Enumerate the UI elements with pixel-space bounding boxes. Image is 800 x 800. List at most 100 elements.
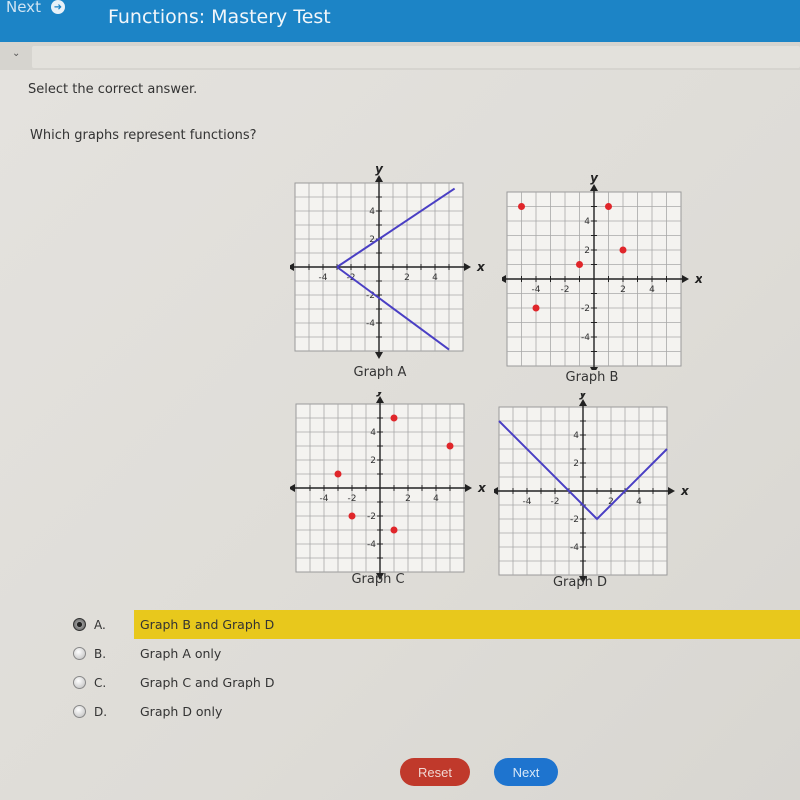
y-tick-label: -4 — [581, 333, 590, 343]
x-axis-arrow-right — [682, 275, 689, 283]
x-tick-label: -4 — [523, 497, 532, 507]
graph-d: -4 -2 2 4 4 2 -2 -4 x y Graph D — [494, 393, 694, 618]
graph-a: -4 -2 2 4 4 2 -2 -4 x y Graph A — [290, 165, 490, 390]
data-point — [619, 246, 627, 254]
x-tick-label: 4 — [636, 497, 642, 507]
y-axis-label: y — [579, 393, 588, 400]
collapse-icon[interactable]: ⌄ — [12, 48, 20, 59]
data-point — [348, 512, 356, 520]
data-point — [605, 203, 612, 210]
data-point — [576, 261, 583, 268]
x-tick-label: 4 — [433, 494, 439, 504]
question-panel: Select the correct answer. Which graphs … — [0, 70, 800, 800]
y-tick-label: 4 — [369, 207, 375, 217]
graph-c-label: Graph C — [351, 572, 405, 587]
answer-text[interactable]: Graph B and Graph D — [134, 610, 800, 639]
answer-text[interactable]: Graph A only — [134, 639, 800, 668]
x-axis-label: x — [476, 260, 486, 274]
graph-a-label: Graph A — [353, 365, 407, 380]
graph-b: -4 -2 2 4 4 2 -2 -4 x y Graph B — [502, 170, 702, 395]
y-axis-arrow-up — [590, 184, 598, 191]
answer-letter: C. — [94, 675, 107, 690]
y-tick-label: 2 — [584, 246, 590, 256]
x-axis-arrow-right — [464, 263, 471, 271]
answer-letter: D. — [94, 704, 108, 719]
answer-letter: B. — [94, 646, 107, 661]
arrow-right-circle-icon: ➜ — [50, 0, 65, 14]
x-axis-label: x — [477, 481, 487, 495]
toolbar-field — [32, 46, 800, 68]
data-point — [390, 526, 398, 534]
x-tick-label: 2 — [620, 285, 626, 295]
answer-letter: A. — [94, 617, 106, 632]
y-tick-label: -2 — [581, 304, 590, 314]
answer-text[interactable]: Graph D only — [134, 697, 800, 726]
graph-d-label: Graph D — [552, 575, 608, 590]
answer-list: A. Graph B and Graph D B. Graph A only C… — [70, 610, 800, 726]
x-axis-label: x — [694, 272, 702, 286]
y-axis-label: y — [375, 165, 384, 176]
question-text: Which graphs represent functions? — [30, 128, 257, 143]
radio-d[interactable] — [73, 705, 86, 718]
graph-b-label: Graph B — [565, 370, 619, 385]
x-tick-label: -2 — [348, 494, 357, 504]
x-axis-arrow-left — [494, 487, 498, 495]
x-tick-label: 2 — [404, 273, 410, 283]
page-title: Functions: Mastery Test — [108, 6, 331, 28]
toolbar: ⌄ — [0, 42, 800, 70]
graph-a-plot: -4 -2 2 442-2-4xy — [290, 165, 486, 359]
y-axis-label: y — [376, 392, 385, 397]
answer-option-c[interactable]: C. Graph C and Graph D — [70, 668, 800, 697]
data-point — [518, 203, 525, 210]
x-tick-label: 4 — [432, 273, 438, 283]
x-tick-label: -2 — [561, 285, 570, 295]
next-button[interactable]: Next — [494, 758, 558, 786]
y-tick-label: 4 — [584, 217, 590, 227]
y-tick-label: 2 — [573, 459, 579, 469]
x-axis-arrow-right — [465, 484, 472, 492]
x-tick-label: -4 — [319, 273, 328, 283]
y-tick-label: 2 — [370, 456, 376, 466]
graph-c-plot: -4 -2 2 4 4 2 -2 -4 x y — [290, 392, 487, 580]
answer-text[interactable]: Graph C and Graph D — [134, 668, 800, 697]
y-axis-arrow-up — [376, 396, 384, 403]
y-tick-label: -2 — [367, 512, 376, 522]
x-tick-label: 2 — [405, 494, 411, 504]
data-point — [532, 304, 540, 312]
y-tick-label: -4 — [366, 319, 375, 329]
x-axis-arrow-left — [502, 275, 506, 283]
y-axis-arrow-up — [375, 175, 383, 182]
y-tick-label: 4 — [370, 428, 376, 438]
header-next-button[interactable]: Next ➜ — [6, 0, 65, 16]
y-axis-label: y — [590, 171, 599, 185]
x-tick-label: 4 — [649, 285, 655, 295]
data-point — [446, 442, 454, 450]
y-axis-arrow-up — [579, 399, 587, 406]
reset-button[interactable]: Reset — [400, 758, 470, 786]
x-tick-label: -4 — [320, 494, 329, 504]
answer-option-a[interactable]: A. Graph B and Graph D — [70, 610, 800, 639]
answer-option-b[interactable]: B. Graph A only — [70, 639, 800, 668]
data-point — [390, 414, 398, 422]
x-axis-label: x — [680, 484, 690, 498]
y-tick-label: -2 — [570, 515, 579, 525]
header-next-label: Next — [6, 0, 41, 16]
x-axis-arrow-left — [290, 484, 295, 492]
y-tick-label: -4 — [367, 540, 376, 550]
header-bar: Next ➜ Functions: Mastery Test — [0, 0, 800, 42]
graph-c: -4 -2 2 4 4 2 -2 -4 x y Graph C — [290, 392, 490, 617]
graph-b-plot: -4 -2 2 4 4 2 -2 -4 x y — [502, 171, 702, 370]
radio-a[interactable] — [73, 618, 86, 631]
radio-c[interactable] — [73, 676, 86, 689]
answer-option-d[interactable]: D. Graph D only — [70, 697, 800, 726]
x-axis-arrow-left — [290, 263, 294, 271]
y-tick-label: 4 — [573, 431, 579, 441]
y-tick-label: -4 — [570, 543, 579, 553]
data-point — [334, 470, 342, 478]
y-axis-arrow-down — [375, 352, 383, 359]
x-tick-label: -2 — [551, 497, 560, 507]
radio-b[interactable] — [73, 647, 86, 660]
graph-d-plot: -4 -2 2 442-2-4xy — [494, 393, 690, 583]
x-axis-arrow-right — [668, 487, 675, 495]
instruction-text: Select the correct answer. — [28, 82, 198, 97]
